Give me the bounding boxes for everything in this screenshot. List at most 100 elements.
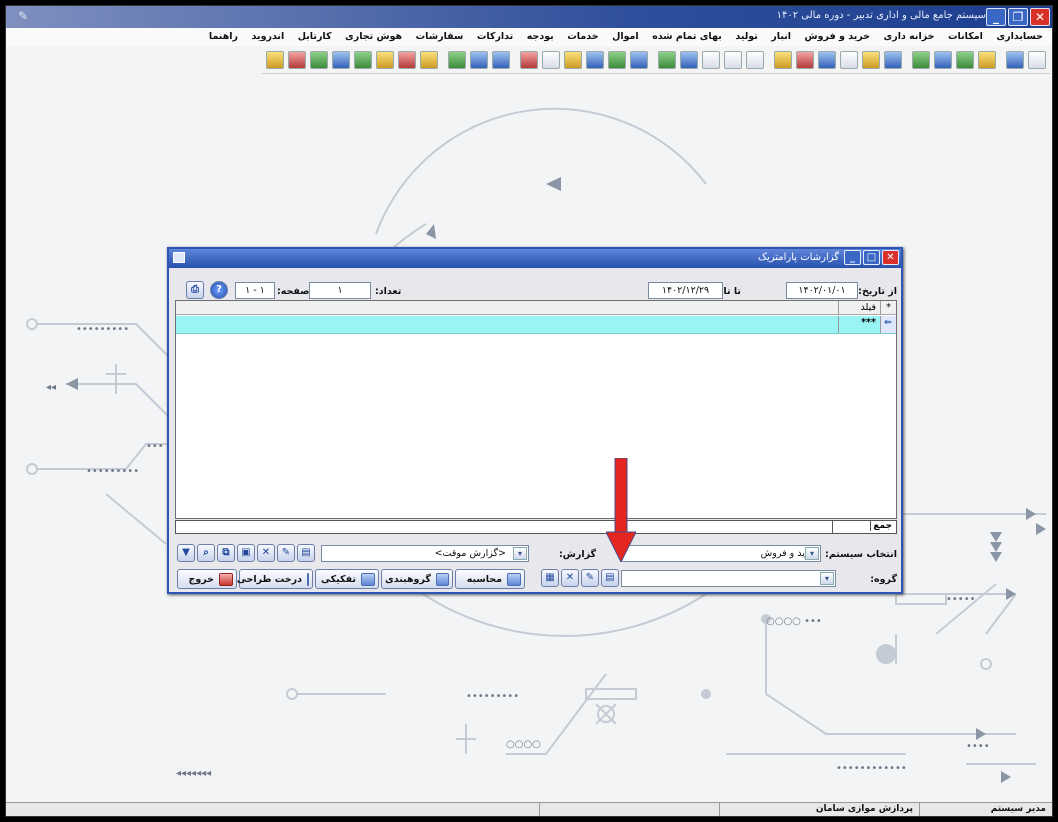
- group-delete-icon[interactable]: ✕: [561, 569, 579, 587]
- report-save-icon[interactable]: ▣: [237, 544, 255, 562]
- menu-help[interactable]: راهنما: [204, 28, 243, 45]
- help-icon[interactable]: ?: [210, 281, 228, 299]
- toolbar-button[interactable]: [796, 50, 814, 69]
- toolbar-button[interactable]: [1006, 50, 1024, 69]
- dialog-title: گزارشات پارامتریک: [758, 252, 839, 263]
- toolbar-button[interactable]: [586, 50, 604, 69]
- page-label: صفحه:: [277, 286, 310, 297]
- menu-facilities[interactable]: امکانات: [943, 28, 988, 45]
- toolbar-button[interactable]: [746, 50, 764, 69]
- group-new-icon[interactable]: ▤: [601, 569, 619, 587]
- window-minimize-button[interactable]: _: [986, 8, 1006, 26]
- grid-header-field[interactable]: فیلد: [838, 301, 880, 314]
- report-grid[interactable]: * فیلد ⇐ ***: [175, 300, 897, 519]
- menu-production[interactable]: تولید: [730, 28, 762, 45]
- menu-orders[interactable]: سفارشات: [411, 28, 469, 45]
- system-select[interactable]: خرید و فروش ▾: [621, 545, 821, 562]
- to-date-field[interactable]: ۱۴۰۲/۱۲/۲۹: [648, 282, 723, 299]
- search-icon[interactable]: ⌕: [197, 544, 215, 562]
- toolbar-button[interactable]: [470, 50, 488, 69]
- menu-treasury[interactable]: خزانه داری: [879, 28, 940, 45]
- report-delete-icon[interactable]: ✕: [257, 544, 275, 562]
- menu-assets[interactable]: اموال: [607, 28, 644, 45]
- window-close-button[interactable]: ✕: [1030, 8, 1050, 26]
- toolbar-button[interactable]: [956, 50, 974, 69]
- calc-icon: [507, 572, 521, 586]
- toolbar-button[interactable]: [520, 50, 538, 69]
- toolbar-button[interactable]: [398, 50, 416, 69]
- report-select[interactable]: <گزارش موقت> ▾: [321, 545, 529, 562]
- toolbar-button[interactable]: [448, 50, 466, 69]
- tree-design-button[interactable]: درخت طراحی: [237, 569, 313, 589]
- toolbar-button[interactable]: [724, 50, 742, 69]
- grid-cell-field[interactable]: ***: [838, 316, 880, 333]
- toolbar-button[interactable]: [702, 50, 720, 69]
- toolbar-button[interactable]: [658, 50, 676, 69]
- grouping-button[interactable]: گروهبندی: [381, 569, 453, 589]
- toolbar-button[interactable]: [912, 50, 930, 69]
- menu-services[interactable]: خدمات: [562, 28, 603, 45]
- annotation-arrow: [606, 458, 636, 562]
- separate-icon: [361, 572, 375, 586]
- exit-button[interactable]: خروج: [177, 569, 237, 589]
- calc-button[interactable]: محاسبه: [455, 569, 525, 589]
- toolbar-button[interactable]: [492, 50, 510, 69]
- toolbar-button[interactable]: [608, 50, 626, 69]
- chevron-down-icon[interactable]: ▾: [513, 547, 527, 560]
- window-title: سیستم جامع مالی و اداری تدبیر - دوره مال…: [776, 10, 986, 21]
- menu-cartable[interactable]: کارتابل: [293, 28, 337, 45]
- separate-button[interactable]: تفکیکی: [315, 569, 379, 589]
- svg-text:○○○○: ○○○○: [506, 739, 541, 750]
- menu-warehouse[interactable]: انبار: [766, 28, 796, 45]
- menu-budget[interactable]: بودجه: [522, 28, 559, 45]
- toolbar-button[interactable]: [978, 50, 996, 69]
- menu-sales[interactable]: خرید و فروش: [800, 28, 875, 45]
- toolbar-button[interactable]: [376, 50, 394, 69]
- toolbar-button[interactable]: [680, 50, 698, 69]
- menu-accounting[interactable]: حسابداری: [991, 28, 1048, 45]
- menu-android[interactable]: اندروید: [247, 28, 290, 45]
- toolbar-button[interactable]: [774, 50, 792, 69]
- toolbar-button[interactable]: [266, 50, 284, 69]
- status-bar: مدیر سیستم پردازش موازی سامان: [6, 802, 1052, 816]
- toolbar-button[interactable]: [1028, 50, 1046, 69]
- menu-bi[interactable]: هوش تجاری: [340, 28, 407, 45]
- filter-icon[interactable]: ▼: [177, 544, 195, 562]
- menu-procurement[interactable]: تدارکات: [472, 28, 518, 45]
- svg-text:◂◂◂◂◂◂◂: ◂◂◂◂◂◂◂: [176, 768, 211, 779]
- report-new-icon[interactable]: ▤: [297, 544, 315, 562]
- toolbar-button[interactable]: [840, 50, 858, 69]
- group-edit-icon[interactable]: ✎: [581, 569, 599, 587]
- toolbar-button[interactable]: [332, 50, 350, 69]
- toolbar-button[interactable]: [288, 50, 306, 69]
- dialog-maximize-button[interactable]: □: [863, 250, 880, 265]
- grid-row-indicator-icon[interactable]: ⇐: [880, 316, 896, 333]
- sum-label: جمع: [870, 521, 894, 531]
- print-icon[interactable]: ⎙: [186, 281, 204, 299]
- toolbar-button[interactable]: [564, 50, 582, 69]
- dialog-titlebar: گزارشات پارامتریک ✕ □ _: [169, 249, 901, 268]
- dialog-minimize-button[interactable]: _: [844, 250, 861, 265]
- toolbar-button[interactable]: [934, 50, 952, 69]
- chevron-down-icon[interactable]: ▾: [805, 547, 819, 560]
- toolbar-button[interactable]: [542, 50, 560, 69]
- toolbar-button[interactable]: [862, 50, 880, 69]
- toolbar-button[interactable]: [354, 50, 372, 69]
- group-list-icon[interactable]: ▦: [541, 569, 559, 587]
- toolbar-button[interactable]: [630, 50, 648, 69]
- chevron-down-icon[interactable]: ▾: [820, 572, 834, 585]
- dialog-close-button[interactable]: ✕: [882, 250, 899, 265]
- table-row[interactable]: ⇐ ***: [176, 316, 896, 334]
- grid-sum-row: جمع: [175, 520, 897, 534]
- from-date-field[interactable]: ۱۴۰۲/۰۱/۰۱: [786, 282, 858, 299]
- toolbar-button[interactable]: [310, 50, 328, 69]
- window-restore-button[interactable]: ❐: [1008, 8, 1028, 26]
- group-select[interactable]: ▾: [621, 570, 836, 587]
- toolbar-button[interactable]: [420, 50, 438, 69]
- report-copy-icon[interactable]: ⧉: [217, 544, 235, 562]
- report-edit-icon[interactable]: ✎: [277, 544, 295, 562]
- toolbar-button[interactable]: [818, 50, 836, 69]
- menu-costing[interactable]: بهای تمام شده: [647, 28, 727, 45]
- toolbar-button[interactable]: [884, 50, 902, 69]
- parametric-reports-dialog: گزارشات پارامتریک ✕ □ _ از تاریخ: ۱۴۰۲/۰…: [167, 247, 903, 594]
